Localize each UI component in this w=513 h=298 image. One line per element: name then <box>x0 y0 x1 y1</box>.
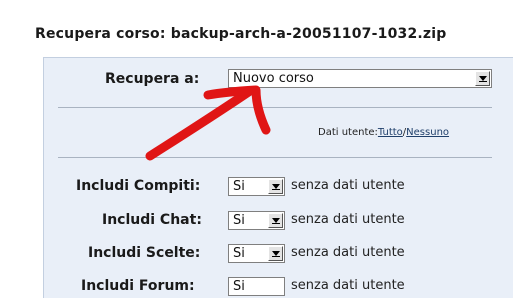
annotation-arrow <box>145 85 271 161</box>
